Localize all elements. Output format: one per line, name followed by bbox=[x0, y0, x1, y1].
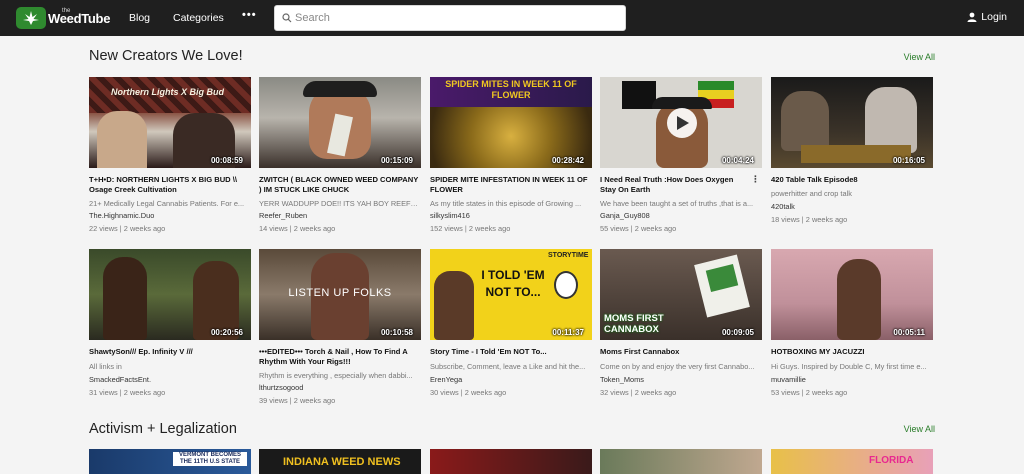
video-meta: 14 views | 2 weeks ago bbox=[259, 224, 336, 233]
video-duration: 00:11:37 bbox=[552, 328, 584, 337]
video-thumbnail[interactable] bbox=[600, 449, 762, 474]
video-thumbnail[interactable]: SPIDER MITES IN WEEK 11 OF FLOWER 00:28:… bbox=[430, 77, 592, 168]
video-thumbnail[interactable] bbox=[430, 449, 592, 474]
video-thumbnail[interactable]: FLORIDA bbox=[771, 449, 933, 474]
video-title[interactable]: I Need Real Truth :How Does Oxygen Stay … bbox=[600, 175, 750, 195]
search-icon bbox=[282, 13, 292, 23]
video-duration: 00:08:59 bbox=[210, 156, 243, 165]
video-description: All links in bbox=[89, 362, 122, 371]
view-all-link[interactable]: View All bbox=[904, 424, 935, 434]
video-title[interactable]: Story Time - I Told 'Em NOT To... bbox=[430, 347, 590, 357]
user-icon bbox=[967, 12, 977, 22]
video-title[interactable]: HOTBOXING MY JACUZZI bbox=[771, 347, 931, 357]
cannabis-leaf-icon bbox=[16, 7, 46, 29]
video-meta: 31 views | 2 weeks ago bbox=[89, 388, 166, 397]
video-thumbnail[interactable]: 00:20:56 bbox=[89, 249, 251, 340]
video-description: Subscribe, Comment, leave a Like and hit… bbox=[430, 362, 586, 371]
video-description: Rhythm is everything , especially when d… bbox=[259, 371, 413, 380]
video-title[interactable]: T+H•D: NORTHERN LIGHTS X BIG BUD \\ Osag… bbox=[89, 175, 249, 195]
search-bar[interactable] bbox=[274, 5, 626, 31]
channel-name[interactable]: muvamillie bbox=[771, 375, 806, 384]
thumbnail-caption: LISTEN UP FOLKS bbox=[288, 287, 392, 299]
logo-text: WeedTube bbox=[48, 11, 111, 26]
play-button[interactable] bbox=[667, 108, 697, 138]
thumbnail-caption: FLORIDA bbox=[869, 455, 914, 466]
video-meta: 30 views | 2 weeks ago bbox=[430, 388, 507, 397]
video-description: YERR WADDUPP DOE!! ITS YAH BOY REEF AN..… bbox=[259, 199, 419, 208]
section-title: Activism + Legalization bbox=[89, 421, 237, 437]
thumbnail-caption: VERMONT BECOMES THE 11TH U.S STATE bbox=[173, 452, 247, 466]
video-description: Come on by and enjoy the very first Cann… bbox=[600, 362, 755, 371]
video-duration: 00:04:24 bbox=[721, 156, 754, 165]
video-meta: 39 views | 2 weeks ago bbox=[259, 396, 336, 405]
video-meta: 18 views | 2 weeks ago bbox=[771, 215, 848, 224]
video-description: We have been taught a set of truths ,tha… bbox=[600, 199, 754, 208]
video-description: Hi Guys. Inspired by Double C, My first … bbox=[771, 362, 927, 371]
video-title[interactable]: SPIDER MITE INFESTATION IN WEEK 11 OF FL… bbox=[430, 175, 590, 195]
video-duration: 00:16:05 bbox=[892, 156, 925, 165]
channel-name[interactable]: Reefer_Ruben bbox=[259, 211, 307, 220]
video-duration: 00:05:11 bbox=[893, 328, 925, 337]
channel-name[interactable]: ErenYega bbox=[430, 375, 462, 384]
thumbnail-tag: STORYTIME bbox=[548, 252, 589, 259]
nav-categories[interactable]: Categories bbox=[173, 12, 224, 24]
thumbnail-caption: INDIANA WEED NEWS bbox=[283, 456, 401, 468]
channel-name[interactable]: The.Highnamic.Duo bbox=[89, 211, 154, 220]
thumbnail-caption: SPIDER MITES IN WEEK 11 OF FLOWER bbox=[445, 79, 577, 100]
video-title[interactable]: ZWITCH ( BLACK OWNED WEED COMPANY ) IM S… bbox=[259, 175, 419, 195]
video-title[interactable]: Moms First Cannabox bbox=[600, 347, 760, 357]
channel-name[interactable]: Token_Moms bbox=[600, 375, 644, 384]
video-thumbnail[interactable]: 00:16:05 bbox=[771, 77, 933, 168]
video-thumbnail[interactable]: LISTEN UP FOLKS 00:10:58 bbox=[259, 249, 421, 340]
video-meta: 152 views | 2 weeks ago bbox=[430, 224, 511, 233]
channel-name[interactable]: silkyslim416 bbox=[430, 211, 470, 220]
view-all-link[interactable]: View All bbox=[904, 52, 935, 62]
video-duration: 00:10:58 bbox=[380, 328, 413, 337]
channel-name[interactable]: SmackedFactsEnt. bbox=[89, 375, 151, 384]
video-description: 21+ Medically Legal Cannabis Patients. F… bbox=[89, 199, 245, 208]
channel-name[interactable]: Ganja_Guy808 bbox=[600, 211, 650, 220]
video-title[interactable]: •••EDITED••• Torch & Nail , How To Find … bbox=[259, 347, 419, 367]
search-input[interactable] bbox=[295, 9, 615, 27]
thumbnail-caption: Northern Lights X Big Bud bbox=[111, 87, 224, 97]
login-button[interactable]: Login bbox=[967, 11, 1007, 23]
video-duration: 00:28:42 bbox=[551, 156, 584, 165]
video-thumbnail[interactable]: Northern Lights X Big Bud 00:08:59 bbox=[89, 77, 251, 168]
more-options-icon[interactable]: ⋮ bbox=[751, 175, 760, 184]
site-logo[interactable]: the WeedTube bbox=[16, 7, 110, 29]
login-label: Login bbox=[981, 11, 1007, 23]
video-duration: 00:15:09 bbox=[380, 156, 413, 165]
top-navigation-bar: the WeedTube Blog Categories ••• Login bbox=[0, 0, 1024, 36]
more-menu-button[interactable]: ••• bbox=[242, 9, 257, 21]
channel-name[interactable]: lthurtzsogood bbox=[259, 383, 303, 392]
video-duration: 00:09:05 bbox=[721, 328, 754, 337]
thumbnail-caption: MOMS FIRST CANNABOX bbox=[604, 313, 664, 335]
video-meta: 55 views | 2 weeks ago bbox=[600, 224, 677, 233]
video-thumbnail[interactable]: 00:05:11 bbox=[771, 249, 933, 340]
video-meta: 32 views | 2 weeks ago bbox=[600, 388, 677, 397]
video-meta: 53 views | 2 weeks ago bbox=[771, 388, 848, 397]
video-thumbnail[interactable]: MOMS FIRST CANNABOX 00:09:05 bbox=[600, 249, 762, 340]
video-thumbnail[interactable]: 00:04:24 bbox=[600, 77, 762, 168]
thumbnail-caption: I TOLD 'EM NOT TO... bbox=[481, 268, 545, 299]
video-thumbnail[interactable]: STORYTIME I TOLD 'EM NOT TO... 00:11:37 bbox=[430, 249, 592, 340]
video-duration: 00:20:56 bbox=[210, 328, 243, 337]
video-description: As my title states in this episode of Gr… bbox=[430, 199, 582, 208]
video-thumbnail[interactable]: 00:15:09 bbox=[259, 77, 421, 168]
video-description: powerhitter and crop talk bbox=[771, 189, 852, 198]
video-meta: 22 views | 2 weeks ago bbox=[89, 224, 166, 233]
nav-blog[interactable]: Blog bbox=[129, 12, 150, 24]
channel-name[interactable]: 420talk bbox=[771, 202, 795, 211]
video-thumbnail[interactable]: INDIANA WEED NEWS bbox=[259, 449, 421, 474]
video-thumbnail[interactable]: VERMONT BECOMES THE 11TH U.S STATE bbox=[89, 449, 251, 474]
video-title[interactable]: ShawtySon/// Ep. Infinity V /// bbox=[89, 347, 249, 357]
video-title[interactable]: 420 Table Talk Episode8 bbox=[771, 175, 931, 185]
section-title: New Creators We Love! bbox=[89, 48, 243, 64]
play-icon bbox=[677, 116, 689, 130]
